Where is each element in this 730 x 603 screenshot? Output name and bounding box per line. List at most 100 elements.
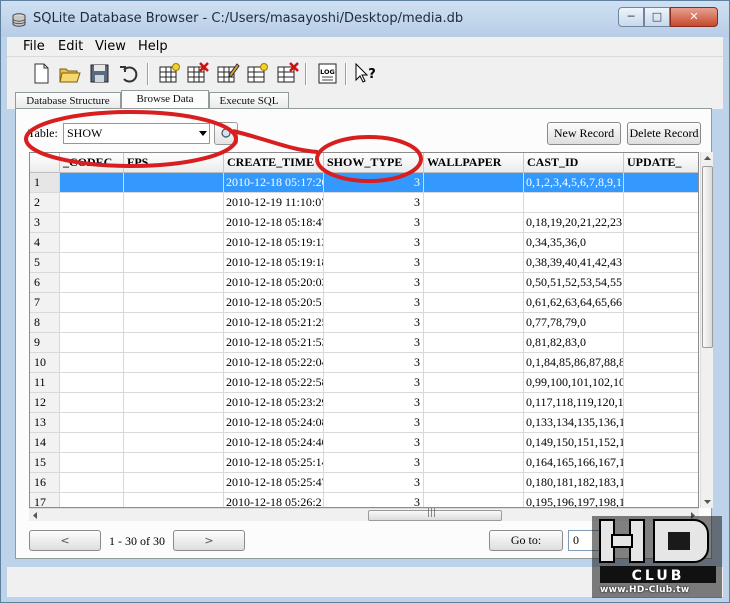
column-header[interactable]: CAST_ID — [524, 153, 624, 173]
maximize-button[interactable]: □ — [644, 7, 670, 27]
cell-create-time[interactable]: 2010-12-18 05:19:18 — [224, 253, 324, 273]
row-number[interactable]: 3 — [30, 213, 60, 233]
table-row[interactable]: 14 2010-12-18 05:24:40 3 0,149,150,151,152,… — [30, 433, 698, 453]
cell-update[interactable] — [624, 273, 698, 293]
cell-wallpaper[interactable] — [424, 353, 524, 373]
cell-show-type[interactable]: 3 — [324, 193, 424, 213]
cell-create-time[interactable]: 2010-12-18 05:22:58 — [224, 373, 324, 393]
open-database-icon[interactable] — [57, 61, 82, 86]
row-number[interactable]: 16 — [30, 473, 60, 493]
cell-show-type[interactable]: 3 — [324, 233, 424, 253]
column-header[interactable]: CREATE_TIME — [224, 153, 324, 173]
cell-show-type[interactable]: 3 — [324, 493, 424, 507]
cell-codec[interactable] — [60, 333, 124, 353]
table-row[interactable]: 15 2010-12-18 05:25:14 3 0,164,165,166,167,… — [30, 453, 698, 473]
row-number[interactable]: 8 — [30, 313, 60, 333]
data-grid[interactable]: _CODEC FPS CREATE_TIME SHOW_TYPE WALLPAP… — [29, 152, 699, 508]
delete-record-button[interactable]: Delete Record — [627, 122, 701, 145]
delete-table-icon[interactable] — [185, 61, 210, 86]
table-row[interactable]: 11 2010-12-18 05:22:58 3 0,99,100,101,102,1… — [30, 373, 698, 393]
vertical-scroll-thumb[interactable] — [702, 166, 713, 348]
table-row[interactable]: 6 2010-12-18 05:20:03 3 0,50,51,52,53,54,55 — [30, 273, 698, 293]
cell-update[interactable] — [624, 253, 698, 273]
row-number[interactable]: 6 — [30, 273, 60, 293]
cell-fps[interactable] — [124, 473, 224, 493]
cell-create-time[interactable]: 2010-12-18 05:21:53 — [224, 333, 324, 353]
cell-codec[interactable] — [60, 253, 124, 273]
create-table-icon[interactable] — [157, 61, 182, 86]
row-number[interactable]: 11 — [30, 373, 60, 393]
cell-cast-id[interactable]: 0,133,134,135,136,1 — [524, 413, 624, 433]
cell-cast-id[interactable]: 0,81,82,83,0 — [524, 333, 624, 353]
cell-codec[interactable] — [60, 493, 124, 507]
table-row[interactable]: 9 2010-12-18 05:21:53 3 0,81,82,83,0 — [30, 333, 698, 353]
table-row[interactable]: 8 2010-12-18 05:21:25 3 0,77,78,79,0 — [30, 313, 698, 333]
column-header[interactable]: UPDATE_ — [624, 153, 698, 173]
cell-cast-id[interactable]: 0,149,150,151,152,1 — [524, 433, 624, 453]
cell-cast-id[interactable]: 0,18,19,20,21,22,23 — [524, 213, 624, 233]
cell-codec[interactable] — [60, 233, 124, 253]
cell-update[interactable] — [624, 213, 698, 233]
column-header[interactable]: _CODEC — [60, 153, 124, 173]
goto-input[interactable]: 0 — [568, 530, 608, 551]
delete-index-icon[interactable] — [275, 61, 300, 86]
create-index-icon[interactable] — [245, 61, 270, 86]
menu-file[interactable]: File — [23, 39, 45, 54]
cell-show-type[interactable]: 3 — [324, 253, 424, 273]
cell-fps[interactable] — [124, 493, 224, 507]
cell-wallpaper[interactable] — [424, 393, 524, 413]
cell-fps[interactable] — [124, 273, 224, 293]
row-number[interactable]: 7 — [30, 293, 60, 313]
row-number[interactable]: 12 — [30, 393, 60, 413]
find-button[interactable] — [214, 122, 238, 145]
cell-update[interactable] — [624, 233, 698, 253]
cell-show-type[interactable]: 3 — [324, 353, 424, 373]
row-number[interactable]: 14 — [30, 433, 60, 453]
cell-create-time[interactable]: 2010-12-18 05:22:04 — [224, 353, 324, 373]
column-header[interactable]: FPS — [124, 153, 224, 173]
cell-wallpaper[interactable] — [424, 473, 524, 493]
cell-show-type[interactable]: 3 — [324, 293, 424, 313]
cell-wallpaper[interactable] — [424, 213, 524, 233]
table-row[interactable]: 13 2010-12-18 05:24:08 3 0,133,134,135,136,… — [30, 413, 698, 433]
row-number[interactable]: 4 — [30, 233, 60, 253]
cell-cast-id[interactable]: 0,61,62,63,64,65,66 — [524, 293, 624, 313]
cell-cast-id[interactable]: 0,1,2,3,4,5,6,7,8,9,1 — [524, 173, 624, 193]
menu-view[interactable]: View — [95, 39, 126, 54]
cell-fps[interactable] — [124, 453, 224, 473]
cell-cast-id[interactable]: 0,34,35,36,0 — [524, 233, 624, 253]
cell-update[interactable] — [624, 353, 698, 373]
table-row[interactable]: 1 2010-12-18 05:17:20 3 0,1,2,3,4,5,6,7,8,9… — [30, 173, 698, 193]
cell-create-time[interactable]: 2010-12-18 05:20:51 — [224, 293, 324, 313]
next-page-button[interactable]: > — [173, 530, 245, 551]
cell-show-type[interactable]: 3 — [324, 273, 424, 293]
cell-codec[interactable] — [60, 393, 124, 413]
cell-codec[interactable] — [60, 473, 124, 493]
cell-codec[interactable] — [60, 433, 124, 453]
cell-update[interactable] — [624, 373, 698, 393]
table-row[interactable]: 3 2010-12-18 05:18:47 3 0,18,19,20,21,22,23 — [30, 213, 698, 233]
cell-cast-id[interactable]: 0,195,196,197,198,1 — [524, 493, 624, 507]
cell-fps[interactable] — [124, 233, 224, 253]
cell-update[interactable] — [624, 413, 698, 433]
cell-codec[interactable] — [60, 413, 124, 433]
table-row[interactable]: 7 2010-12-18 05:20:51 3 0,61,62,63,64,65,66 — [30, 293, 698, 313]
cell-update[interactable] — [624, 453, 698, 473]
cell-update[interactable] — [624, 433, 698, 453]
cell-show-type[interactable]: 3 — [324, 453, 424, 473]
cell-codec[interactable] — [60, 213, 124, 233]
cell-create-time[interactable]: 2010-12-18 05:19:13 — [224, 233, 324, 253]
cell-wallpaper[interactable] — [424, 453, 524, 473]
cell-cast-id[interactable]: 0,117,118,119,120,1 — [524, 393, 624, 413]
undo-icon[interactable] — [117, 61, 142, 86]
cell-wallpaper[interactable] — [424, 233, 524, 253]
cell-wallpaper[interactable] — [424, 493, 524, 507]
cell-update[interactable] — [624, 333, 698, 353]
menu-help[interactable]: Help — [138, 39, 168, 54]
cell-fps[interactable] — [124, 353, 224, 373]
cell-codec[interactable] — [60, 173, 124, 193]
cell-codec[interactable] — [60, 313, 124, 333]
cell-cast-id[interactable]: 0,180,181,182,183,1 — [524, 473, 624, 493]
table-row[interactable]: 17 2010-12-18 05:26:21 3 0,195,196,197,198,… — [30, 493, 698, 507]
cell-update[interactable] — [624, 493, 698, 507]
